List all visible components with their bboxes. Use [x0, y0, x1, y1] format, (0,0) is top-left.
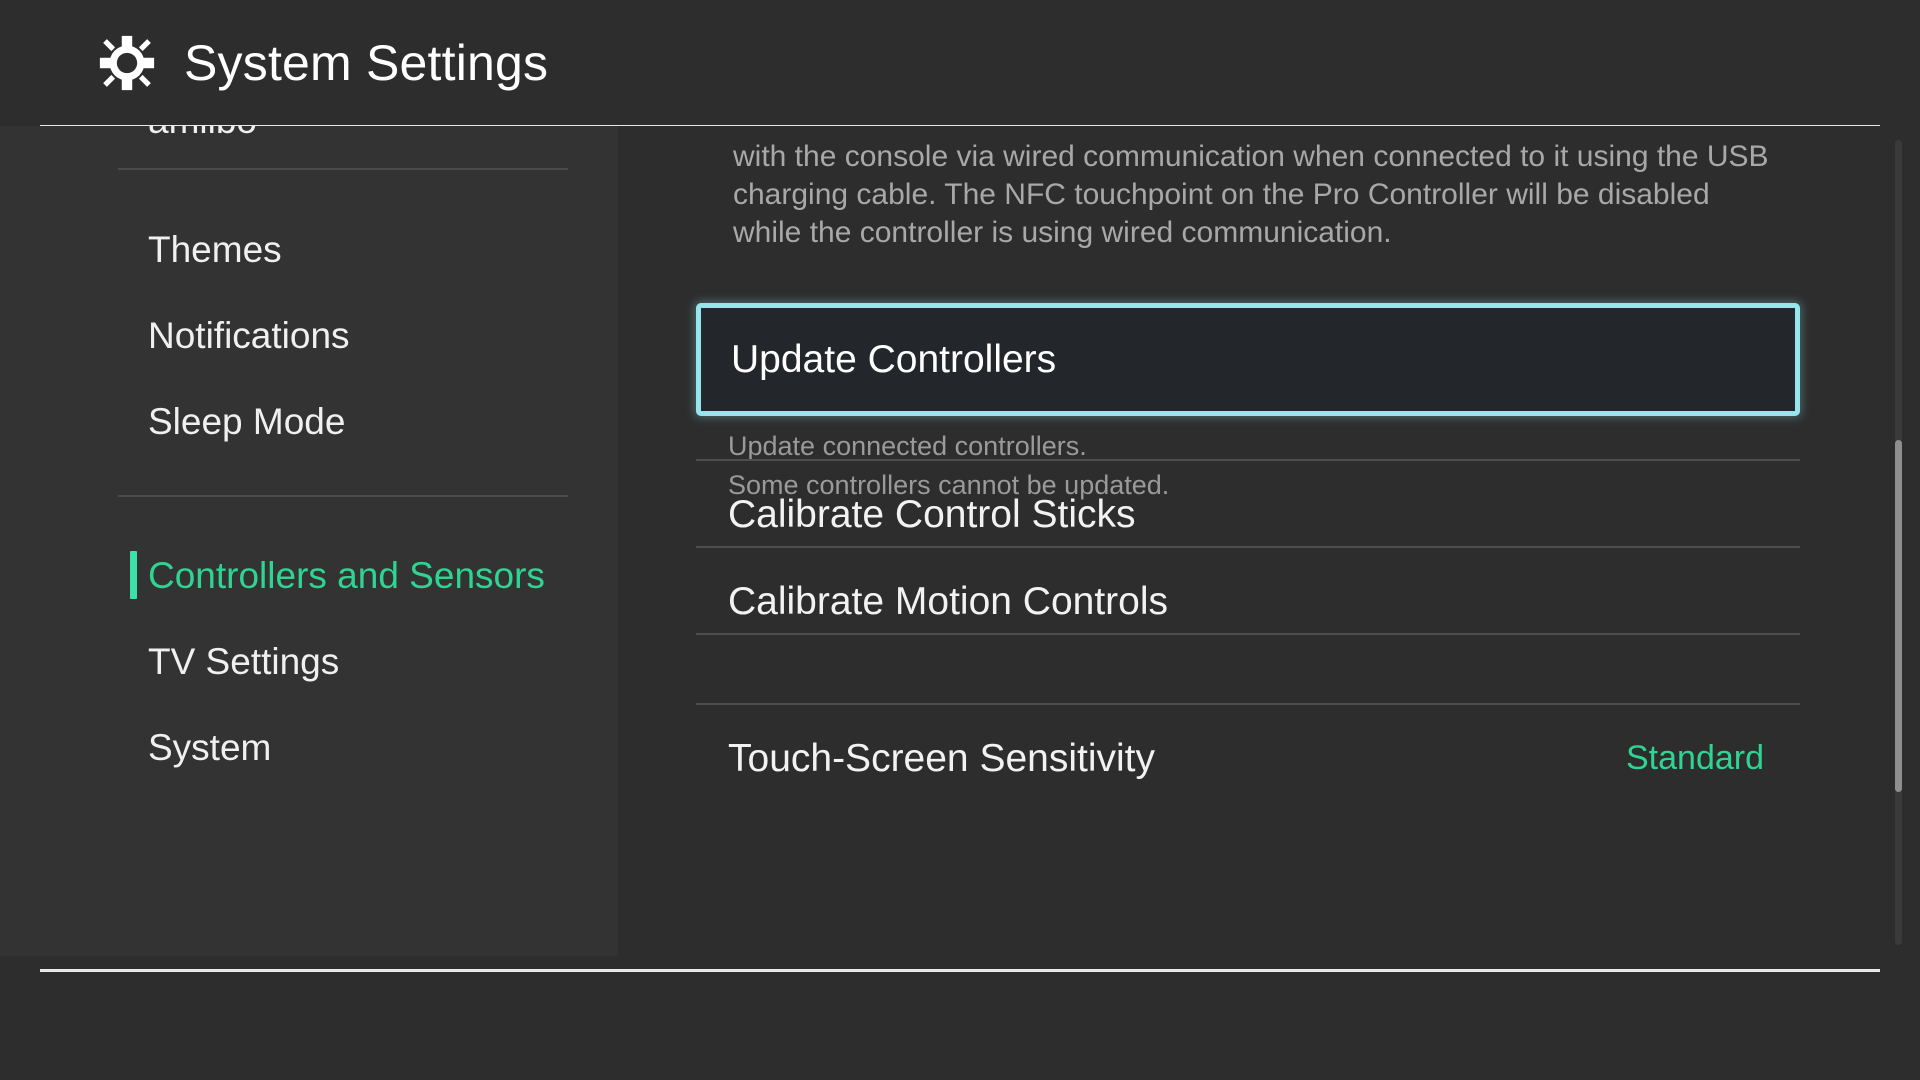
row-value: Standard [1626, 739, 1764, 777]
sidebar-item-system[interactable]: System [0, 719, 618, 775]
sidebar-divider [118, 168, 568, 170]
sidebar-item-controllers-and-sensors[interactable]: Controllers and Sensors [0, 547, 618, 603]
row-label: Touch-Screen Sensitivity [728, 736, 1156, 780]
sidebar-divider [118, 495, 568, 497]
sidebar-item-themes[interactable]: Themes [0, 221, 618, 277]
update-controllers-button[interactable]: Update Controllers [696, 303, 1800, 416]
sidebar-item-sleep-mode[interactable]: Sleep Mode [0, 393, 618, 449]
sidebar-item-label: Themes [148, 228, 282, 270]
row-touch-screen-sensitivity[interactable]: Touch-Screen Sensitivity Standard [696, 704, 1800, 812]
row-label: Calibrate Control Sticks [728, 492, 1136, 536]
sidebar-item-label: Notifications [148, 314, 350, 356]
gear-icon [99, 35, 155, 90]
sidebar-item-label: TV Settings [148, 640, 340, 682]
sidebar-item-amiibo[interactable]: amiibo [0, 126, 618, 148]
row-label: Calibrate Motion Controls [728, 579, 1169, 623]
row-calibrate-motion-controls[interactable]: Calibrate Motion Controls [696, 547, 1800, 655]
description-paragraph: with the console via wired communication… [733, 138, 1793, 252]
page-title: System Settings [184, 34, 549, 91]
update-controllers-label: Update Controllers [731, 338, 1057, 381]
selection-indicator [130, 551, 137, 599]
paragraph-line: while the controller is using wired comm… [733, 216, 1392, 249]
sidebar-item-label: amiibo [148, 126, 257, 139]
scrollbar-thumb[interactable] [1895, 440, 1902, 792]
sidebar-item-label: Sleep Mode [148, 400, 346, 442]
settings-detail-panel: with the console via wired communication… [618, 126, 1920, 956]
paragraph-line: with the console via wired communication… [733, 140, 1769, 173]
settings-sidebar[interactable]: amiibo Themes Notifications Sleep Mode C… [0, 126, 618, 956]
sidebar-item-notifications[interactable]: Notifications [0, 307, 618, 363]
system-settings-screen: System Settings amiibo Themes Notificati… [0, 0, 1920, 1080]
footer-bar: B Back A OK [0, 972, 1920, 1080]
app-header: System Settings [0, 0, 1920, 125]
paragraph-line: charging cable. The NFC touchpoint on th… [733, 178, 1710, 211]
sidebar-item-label: System [148, 726, 272, 768]
sidebar-item-tv-settings[interactable]: TV Settings [0, 633, 618, 689]
row-divider [696, 633, 1800, 635]
sidebar-item-label: Controllers and Sensors [148, 554, 545, 596]
